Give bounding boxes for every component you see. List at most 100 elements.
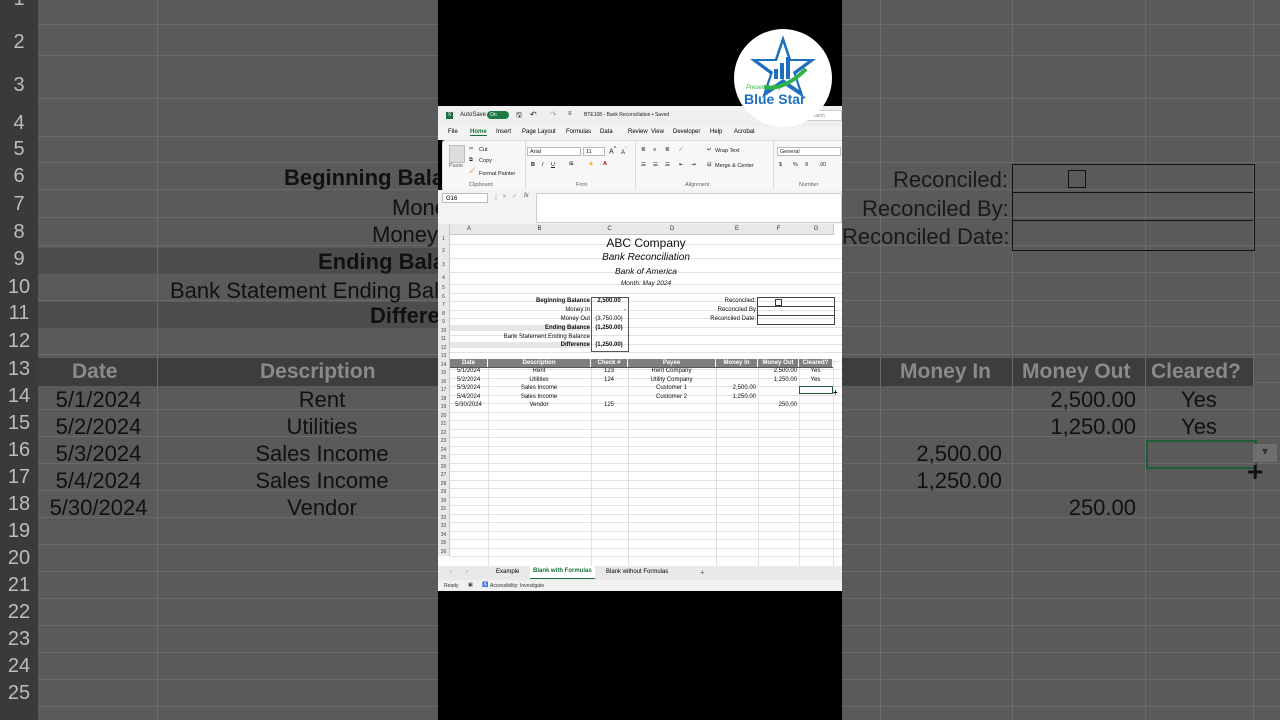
row-number[interactable]: 33 [438,522,450,531]
table-cell-desc[interactable]: Vendor [489,402,589,408]
insert-function-icon[interactable]: fx [524,193,529,199]
percent-icon[interactable]: % [793,162,798,168]
row-number[interactable]: 22 [438,428,450,437]
cut-button[interactable]: Cut [479,147,488,153]
row-number[interactable]: 18 [438,394,450,403]
table-cell-out[interactable]: 250.00 [759,402,797,408]
top-align-icon[interactable]: ≣ [641,147,646,153]
paste-icon[interactable] [449,145,465,163]
tab-blank-without-formulas[interactable]: Blank without Formulas [606,569,668,575]
increase-font-icon[interactable]: A^ [609,146,616,155]
row-number[interactable]: 2 [438,244,450,258]
table-cell-payee[interactable]: Customer 2 [629,394,714,400]
table-cell-payee[interactable]: Rent Company [629,368,714,374]
row-number[interactable]: 25 [438,454,450,463]
tab-formulas[interactable]: Formulas [566,129,591,135]
copy-button[interactable]: Copy [479,158,492,164]
bottom-align-icon[interactable]: ≣ [665,147,670,153]
row-number[interactable]: 16 [438,377,450,386]
table-header-check[interactable]: Check # [591,359,627,367]
row-number[interactable]: 36 [438,547,450,556]
underline-icon[interactable]: U [551,162,555,168]
fill-color-icon[interactable]: ◈ [589,161,593,167]
file-name[interactable]: BTE108 - Bank Reconciliation • Saved [584,112,669,118]
italic-icon[interactable]: I [542,162,544,168]
table-cell-cleared[interactable]: Yes [800,368,831,374]
table-header-cleared[interactable]: Cleared? [799,359,832,367]
row-number[interactable]: 13 [438,352,450,361]
column-header-c[interactable]: C [591,224,629,235]
tab-help[interactable]: Help [710,129,722,135]
table-cell-desc[interactable]: Utilities [489,377,589,383]
row-number[interactable]: 24 [438,445,450,454]
add-sheet-icon[interactable]: + [700,568,705,577]
column-header-g[interactable]: G [799,224,834,235]
align-left-icon[interactable]: ☰ [641,162,646,168]
tab-home[interactable]: Home [470,129,487,136]
row-number[interactable]: 27 [438,471,450,480]
currency-icon[interactable]: $ [779,162,782,168]
wrap-text-button[interactable]: Wrap Text [715,148,740,154]
table-cell-payee[interactable]: Customer 1 [629,385,714,391]
row-number[interactable]: 9 [438,318,450,327]
table-cell-in[interactable]: 2,500.00 [717,385,756,391]
prev-sheet-icon[interactable]: ‹ [450,569,452,575]
table-cell-desc[interactable]: Rent [489,368,589,374]
table-cell-desc[interactable]: Sales Income [489,394,589,400]
table-cell-check[interactable]: 125 [592,402,626,408]
table-header-money-in[interactable]: Money In [716,359,757,367]
table-cell-out[interactable]: 2,500.00 [759,368,797,374]
row-number[interactable]: 8 [438,309,450,318]
row-number[interactable]: 7 [438,301,450,310]
align-right-icon[interactable]: ☰ [665,162,670,168]
table-header-payee[interactable]: Payee [628,359,715,367]
undo-icon[interactable]: ↶ [530,110,537,119]
format-painter-icon[interactable]: 🖌 [469,168,476,174]
cancel-icon[interactable]: ✕ [502,193,507,200]
decrease-font-icon[interactable]: Aˇ [621,147,627,156]
row-number[interactable]: 20 [438,411,450,420]
tab-developer[interactable]: Developer [673,129,700,135]
table-cell-date[interactable]: 5/2/2024 [451,377,486,383]
decrease-indent-icon[interactable]: ⇤ [679,162,684,168]
next-sheet-icon[interactable]: › [466,569,468,575]
orientation-icon[interactable]: ⟋ [679,147,683,154]
row-number[interactable]: 5 [438,284,450,293]
row-number[interactable]: 30 [438,496,450,505]
tab-blank-with-formulas[interactable]: Blank with Formulas [530,566,595,579]
name-box[interactable]: G16 [442,193,488,203]
table-cell-date[interactable]: 5/4/2024 [451,394,486,400]
column-header-b[interactable]: B [488,224,592,235]
table-cell-date[interactable]: 5/3/2024 [451,385,486,391]
row-number[interactable]: 15 [438,369,450,378]
row-number[interactable]: 26 [438,462,450,471]
row-number[interactable]: 28 [438,479,450,488]
formula-input[interactable] [536,193,842,223]
borders-icon[interactable]: ⊞ [569,161,574,167]
format-painter-button[interactable]: Format Painter [479,171,515,177]
row-number[interactable]: 3 [438,258,450,272]
row-number[interactable]: 14 [438,360,450,369]
number-format-select[interactable]: General [777,147,841,156]
row-number[interactable]: 1 [438,234,450,244]
tab-review[interactable]: Review [628,129,648,135]
merge-center-button[interactable]: Merge & Center [715,163,754,169]
row-number[interactable]: 10 [438,326,450,335]
reconciled-checkbox[interactable] [775,299,782,306]
table-cell-date[interactable]: 5/30/2024 [451,402,486,408]
tab-acrobat[interactable]: Acrobat [734,129,755,135]
table-header-money-out[interactable]: Money Out [758,359,798,367]
table-cell-check[interactable]: 123 [592,368,626,374]
column-header-d[interactable]: D [628,224,717,235]
table-cell-check[interactable]: 124 [592,377,626,383]
worksheet-grid[interactable]: ABCDEFG 1 2 3 4 5 6 7 8 9 10 11 12 13 14 15 16 17 18 19 20 2… [438,224,842,566]
tab-example[interactable]: Example [496,569,519,575]
row-number[interactable]: 11 [438,335,450,344]
row-number[interactable]: 4 [438,272,450,284]
cut-icon[interactable]: ✂ [469,146,474,152]
redo-icon[interactable]: ↷ [550,110,557,119]
table-cell-date[interactable]: 5/1/2024 [451,368,486,374]
row-number[interactable]: 19 [438,403,450,412]
tab-view[interactable]: View [651,129,664,135]
bold-icon[interactable]: B [531,162,535,168]
